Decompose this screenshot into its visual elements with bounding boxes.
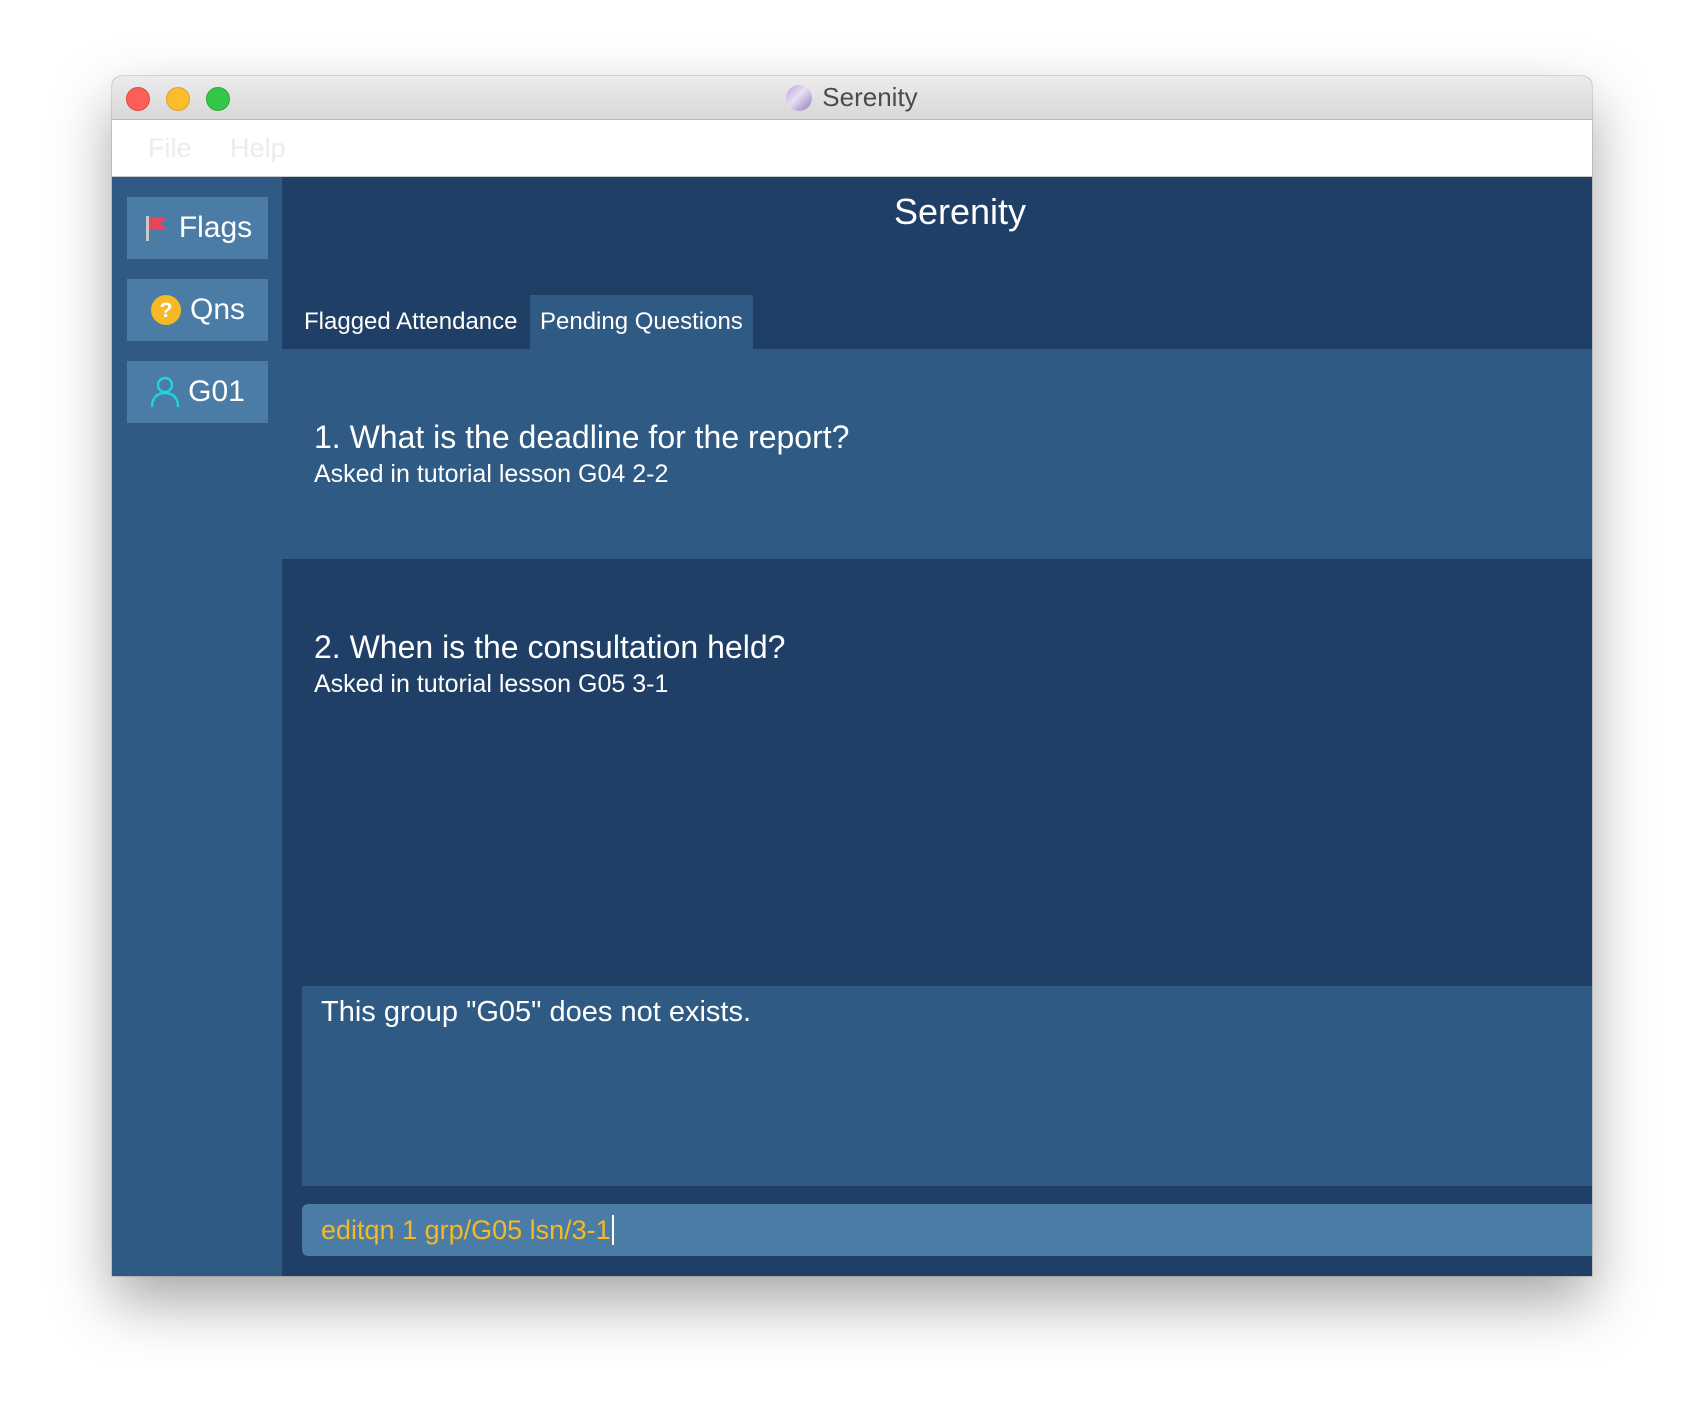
result-display: This group "G05" does not exists.: [302, 986, 1592, 1186]
command-input-text: editqn 1 grp/G05 lsn/3-1: [321, 1214, 611, 1245]
sidebar-item-questions[interactable]: ? Qns: [127, 279, 268, 341]
title-bar: Serenity: [112, 76, 1592, 120]
menu-bar: File Help: [112, 120, 1592, 177]
sidebar-item-group[interactable]: G01: [127, 361, 268, 423]
question-subtitle: Asked in tutorial lesson G05 3-1: [314, 670, 669, 698]
menu-file[interactable]: File: [148, 133, 192, 164]
app-window: Serenity File Help Flags ? Qns G01 Seren…: [112, 76, 1592, 1276]
text-caret: [611, 1215, 614, 1245]
sidebar-item-label: Qns: [189, 293, 246, 326]
question-text: What is the deadline for the report?: [349, 419, 850, 455]
question-index: 2.: [314, 629, 341, 665]
question-index: 1.: [314, 419, 341, 455]
sidebar-item-label: Flags: [178, 211, 253, 244]
page-title: Serenity: [893, 191, 1027, 232]
svg-text:?: ?: [160, 299, 173, 322]
menu-help[interactable]: Help: [230, 133, 286, 164]
person-icon: [150, 376, 180, 408]
sidebar-item-label: G01: [188, 375, 245, 408]
sidebar-item-flags[interactable]: Flags: [127, 197, 268, 259]
window-title: Serenity: [822, 82, 918, 112]
flag-icon: [143, 214, 171, 242]
tab-pending-questions[interactable]: Pending Questions: [530, 295, 753, 349]
list-item[interactable]: 1. What is the deadline for the report? …: [282, 349, 1592, 559]
tab-flagged-attendance[interactable]: Flagged Attendance: [294, 295, 528, 349]
serenity-logo-icon: [786, 84, 813, 111]
result-message: This group "G05" does not exists.: [321, 996, 752, 1028]
question-subtitle: Asked in tutorial lesson G04 2-2: [314, 460, 669, 488]
list-item[interactable]: 2. When is the consultation held? Asked …: [282, 559, 1592, 769]
sidebar: Flags ? Qns G01: [112, 177, 282, 1276]
question-text: When is the consultation held?: [349, 629, 786, 665]
command-input[interactable]: editqn 1 grp/G05 lsn/3-1: [302, 1204, 1592, 1256]
question-icon: ?: [150, 294, 182, 326]
window-title-group: Serenity: [112, 76, 1592, 119]
